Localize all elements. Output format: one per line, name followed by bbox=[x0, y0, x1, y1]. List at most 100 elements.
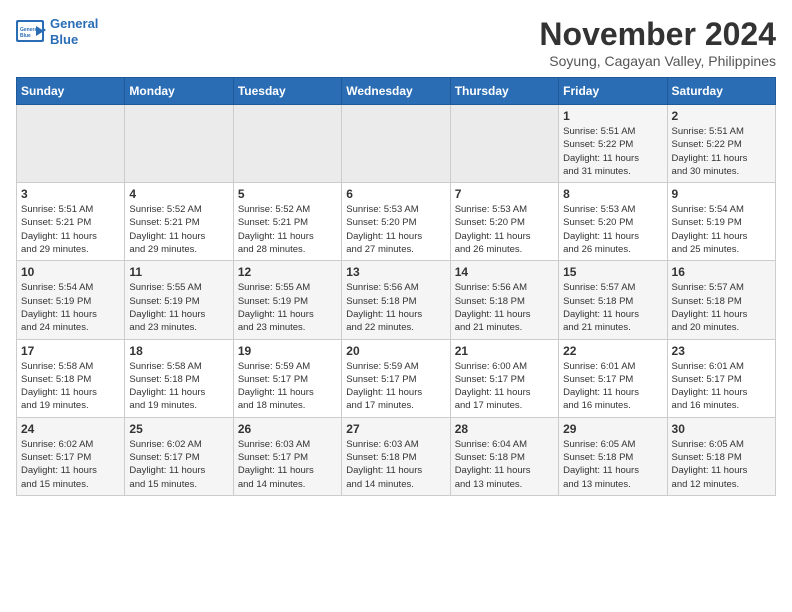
location-subtitle: Soyung, Cagayan Valley, Philippines bbox=[539, 53, 776, 69]
weekday-header-thursday: Thursday bbox=[450, 78, 558, 105]
day-info: Sunrise: 6:03 AMSunset: 5:17 PMDaylight:… bbox=[238, 438, 337, 491]
day-info: Sunrise: 5:57 AMSunset: 5:18 PMDaylight:… bbox=[563, 281, 662, 334]
logo: General Blue General Blue bbox=[16, 16, 98, 47]
calendar-cell: 3 Sunrise: 5:51 AMSunset: 5:21 PMDaylight… bbox=[17, 183, 125, 261]
calendar-cell: 2 Sunrise: 5:51 AMSunset: 5:22 PMDaylight… bbox=[667, 105, 775, 183]
day-info: Sunrise: 5:56 AMSunset: 5:18 PMDaylight:… bbox=[346, 281, 445, 334]
calendar-cell: 9 Sunrise: 5:54 AMSunset: 5:19 PMDaylight… bbox=[667, 183, 775, 261]
day-info: Sunrise: 5:51 AMSunset: 5:22 PMDaylight:… bbox=[563, 125, 662, 178]
day-info: Sunrise: 5:58 AMSunset: 5:18 PMDaylight:… bbox=[129, 360, 228, 413]
day-number: 8 bbox=[563, 187, 662, 201]
calendar-cell: 18 Sunrise: 5:58 AMSunset: 5:18 PMDayligh… bbox=[125, 339, 233, 417]
day-number: 7 bbox=[455, 187, 554, 201]
calendar-week-row: 3 Sunrise: 5:51 AMSunset: 5:21 PMDaylight… bbox=[17, 183, 776, 261]
weekday-header-tuesday: Tuesday bbox=[233, 78, 341, 105]
weekday-header-monday: Monday bbox=[125, 78, 233, 105]
calendar-cell: 23 Sunrise: 6:01 AMSunset: 5:17 PMDayligh… bbox=[667, 339, 775, 417]
day-info: Sunrise: 6:03 AMSunset: 5:18 PMDaylight:… bbox=[346, 438, 445, 491]
calendar-cell: 14 Sunrise: 5:56 AMSunset: 5:18 PMDayligh… bbox=[450, 261, 558, 339]
day-number: 3 bbox=[21, 187, 120, 201]
calendar-cell: 4Sunrise: 5:52 AMSunset: 5:21 PMDaylight… bbox=[125, 183, 233, 261]
day-info: Sunrise: 5:58 AMSunset: 5:18 PMDaylight:… bbox=[21, 360, 120, 413]
weekday-header-saturday: Saturday bbox=[667, 78, 775, 105]
day-number: 27 bbox=[346, 422, 445, 436]
day-number: 19 bbox=[238, 344, 337, 358]
weekday-header-sunday: Sunday bbox=[17, 78, 125, 105]
calendar-cell: 21Sunrise: 6:00 AMSunset: 5:17 PMDayligh… bbox=[450, 339, 558, 417]
calendar-cell: 22Sunrise: 6:01 AMSunset: 5:17 PMDayligh… bbox=[559, 339, 667, 417]
day-number: 14 bbox=[455, 265, 554, 279]
title-block: November 2024 Soyung, Cagayan Valley, Ph… bbox=[539, 16, 776, 69]
day-number: 25 bbox=[129, 422, 228, 436]
calendar-cell: 28 Sunrise: 6:04 AMSunset: 5:18 PMDayligh… bbox=[450, 417, 558, 495]
day-info: Sunrise: 6:04 AMSunset: 5:18 PMDaylight:… bbox=[455, 438, 554, 491]
calendar-body: 1 Sunrise: 5:51 AMSunset: 5:22 PMDaylight… bbox=[17, 105, 776, 496]
calendar-cell bbox=[342, 105, 450, 183]
calendar-cell: 17 Sunrise: 5:58 AMSunset: 5:18 PMDayligh… bbox=[17, 339, 125, 417]
day-info: Sunrise: 6:05 AMSunset: 5:18 PMDaylight:… bbox=[563, 438, 662, 491]
calendar-week-row: 10 Sunrise: 5:54 AMSunset: 5:19 PMDayligh… bbox=[17, 261, 776, 339]
day-number: 11 bbox=[129, 265, 228, 279]
day-info: Sunrise: 6:01 AMSunset: 5:17 PMDaylight:… bbox=[563, 360, 662, 413]
calendar-table: SundayMondayTuesdayWednesdayThursdayFrid… bbox=[16, 77, 776, 496]
day-number: 26 bbox=[238, 422, 337, 436]
calendar-cell: 30Sunrise: 6:05 AMSunset: 5:18 PMDayligh… bbox=[667, 417, 775, 495]
logo-text: General Blue bbox=[50, 16, 98, 47]
day-number: 23 bbox=[672, 344, 771, 358]
day-number: 6 bbox=[346, 187, 445, 201]
weekday-header-friday: Friday bbox=[559, 78, 667, 105]
weekday-header-row: SundayMondayTuesdayWednesdayThursdayFrid… bbox=[17, 78, 776, 105]
calendar-cell: 26 Sunrise: 6:03 AMSunset: 5:17 PMDayligh… bbox=[233, 417, 341, 495]
logo-icon: General Blue bbox=[16, 20, 46, 44]
day-number: 20 bbox=[346, 344, 445, 358]
calendar-cell bbox=[17, 105, 125, 183]
day-number: 28 bbox=[455, 422, 554, 436]
day-info: Sunrise: 5:51 AMSunset: 5:22 PMDaylight:… bbox=[672, 125, 771, 178]
weekday-header-wednesday: Wednesday bbox=[342, 78, 450, 105]
day-number: 5 bbox=[238, 187, 337, 201]
calendar-cell: 8 Sunrise: 5:53 AMSunset: 5:20 PMDaylight… bbox=[559, 183, 667, 261]
calendar-week-row: 24Sunrise: 6:02 AMSunset: 5:17 PMDayligh… bbox=[17, 417, 776, 495]
calendar-cell: 11Sunrise: 5:55 AMSunset: 5:19 PMDayligh… bbox=[125, 261, 233, 339]
day-info: Sunrise: 5:54 AMSunset: 5:19 PMDaylight:… bbox=[672, 203, 771, 256]
day-number: 16 bbox=[672, 265, 771, 279]
day-number: 9 bbox=[672, 187, 771, 201]
day-number: 15 bbox=[563, 265, 662, 279]
calendar-cell: 5 Sunrise: 5:52 AMSunset: 5:21 PMDaylight… bbox=[233, 183, 341, 261]
day-info: Sunrise: 5:52 AMSunset: 5:21 PMDaylight:… bbox=[238, 203, 337, 256]
calendar-cell bbox=[233, 105, 341, 183]
page-header: General Blue General Blue November 2024 … bbox=[16, 16, 776, 69]
calendar-cell: 29 Sunrise: 6:05 AMSunset: 5:18 PMDayligh… bbox=[559, 417, 667, 495]
day-info: Sunrise: 5:53 AMSunset: 5:20 PMDaylight:… bbox=[455, 203, 554, 256]
calendar-cell: 13 Sunrise: 5:56 AMSunset: 5:18 PMDayligh… bbox=[342, 261, 450, 339]
calendar-cell: 1 Sunrise: 5:51 AMSunset: 5:22 PMDaylight… bbox=[559, 105, 667, 183]
day-number: 12 bbox=[238, 265, 337, 279]
calendar-cell bbox=[450, 105, 558, 183]
calendar-cell: 27 Sunrise: 6:03 AMSunset: 5:18 PMDayligh… bbox=[342, 417, 450, 495]
day-number: 13 bbox=[346, 265, 445, 279]
day-info: Sunrise: 5:59 AMSunset: 5:17 PMDaylight:… bbox=[238, 360, 337, 413]
day-number: 21 bbox=[455, 344, 554, 358]
day-info: Sunrise: 5:51 AMSunset: 5:21 PMDaylight:… bbox=[21, 203, 120, 256]
day-info: Sunrise: 5:54 AMSunset: 5:19 PMDaylight:… bbox=[21, 281, 120, 334]
day-number: 29 bbox=[563, 422, 662, 436]
calendar-cell: 7 Sunrise: 5:53 AMSunset: 5:20 PMDaylight… bbox=[450, 183, 558, 261]
day-number: 2 bbox=[672, 109, 771, 123]
day-number: 18 bbox=[129, 344, 228, 358]
calendar-cell: 10 Sunrise: 5:54 AMSunset: 5:19 PMDayligh… bbox=[17, 261, 125, 339]
day-number: 4 bbox=[129, 187, 228, 201]
day-number: 10 bbox=[21, 265, 120, 279]
day-info: Sunrise: 6:02 AMSunset: 5:17 PMDaylight:… bbox=[21, 438, 120, 491]
day-info: Sunrise: 6:02 AMSunset: 5:17 PMDaylight:… bbox=[129, 438, 228, 491]
day-number: 1 bbox=[563, 109, 662, 123]
calendar-cell: 15 Sunrise: 5:57 AMSunset: 5:18 PMDayligh… bbox=[559, 261, 667, 339]
calendar-cell bbox=[125, 105, 233, 183]
day-info: Sunrise: 5:56 AMSunset: 5:18 PMDaylight:… bbox=[455, 281, 554, 334]
day-info: Sunrise: 5:53 AMSunset: 5:20 PMDaylight:… bbox=[346, 203, 445, 256]
calendar-cell: 24Sunrise: 6:02 AMSunset: 5:17 PMDayligh… bbox=[17, 417, 125, 495]
day-info: Sunrise: 6:01 AMSunset: 5:17 PMDaylight:… bbox=[672, 360, 771, 413]
day-info: Sunrise: 5:53 AMSunset: 5:20 PMDaylight:… bbox=[563, 203, 662, 256]
calendar-cell: 25 Sunrise: 6:02 AMSunset: 5:17 PMDayligh… bbox=[125, 417, 233, 495]
month-title: November 2024 bbox=[539, 16, 776, 53]
day-number: 17 bbox=[21, 344, 120, 358]
